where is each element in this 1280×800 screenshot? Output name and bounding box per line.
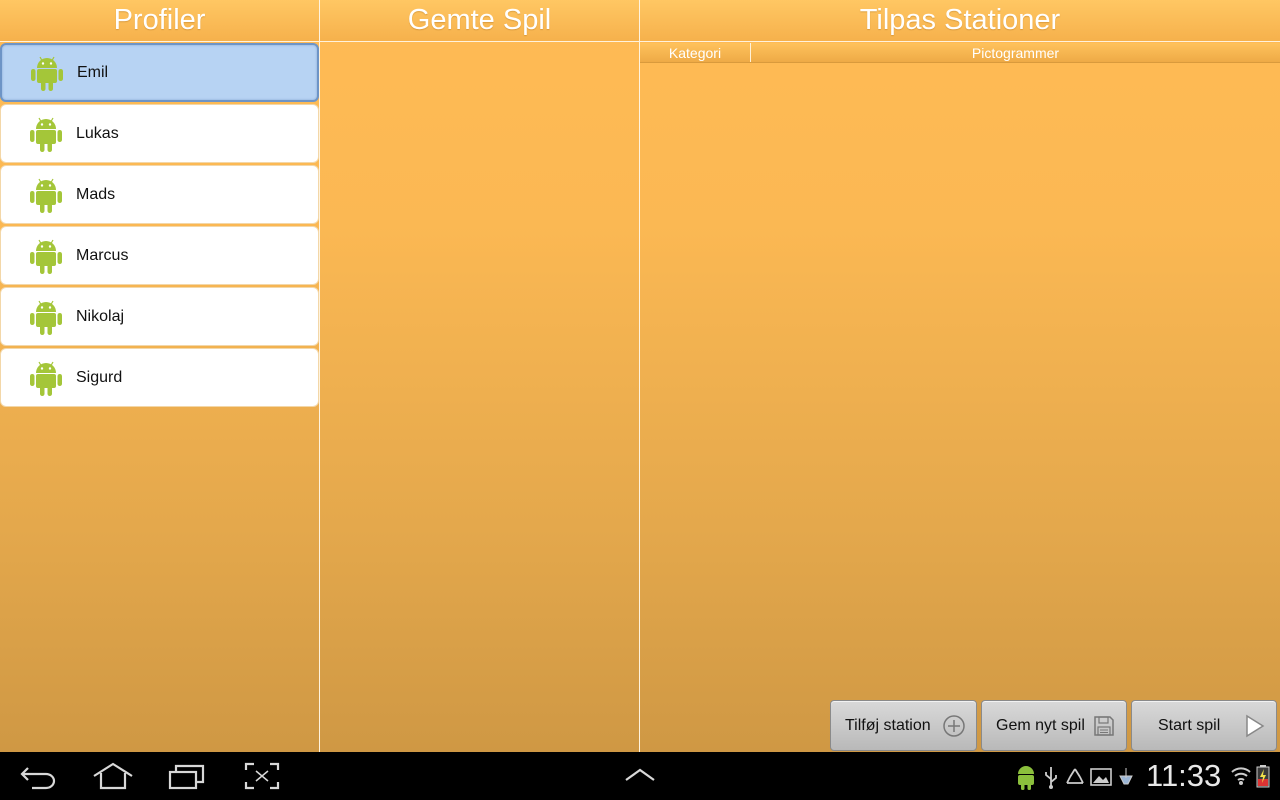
android-icon bbox=[30, 178, 62, 213]
stations-column: Tilpas Stationer Kategori Pictogrammer bbox=[640, 0, 1280, 752]
android-icon bbox=[31, 56, 63, 91]
profiles-column: Profiler Emil Lukas Mads Marcus Nikolaj bbox=[0, 0, 319, 752]
chevron-up-icon[interactable] bbox=[624, 768, 656, 782]
pictograms-column-header: Pictogrammer bbox=[971, 45, 1060, 61]
add-station-button[interactable]: Tilføj station bbox=[830, 700, 977, 751]
save-new-game-label: Gem nyt spil bbox=[996, 716, 1085, 734]
home-icon[interactable] bbox=[92, 762, 134, 790]
app-window: Profiler Emil Lukas Mads Marcus Nikolaj bbox=[0, 0, 1280, 752]
profile-name: Mads bbox=[76, 185, 116, 203]
android-notification-icon bbox=[1018, 766, 1034, 790]
start-game-label: Start spil bbox=[1158, 716, 1221, 734]
android-icon bbox=[30, 239, 62, 274]
action-bar: Tilføj station Gem nyt spil Start spil bbox=[830, 700, 1277, 752]
profile-name: Lukas bbox=[76, 124, 119, 142]
gallery-icon bbox=[1090, 768, 1112, 786]
profile-name: Marcus bbox=[76, 246, 129, 264]
profile-name: Sigurd bbox=[76, 368, 123, 386]
category-column-header: Kategori bbox=[640, 43, 751, 62]
start-game-button[interactable]: Start spil bbox=[1131, 700, 1277, 751]
profile-name: Nikolaj bbox=[76, 307, 125, 325]
floppy-disk-icon bbox=[1094, 715, 1114, 736]
profile-item-marcus[interactable]: Marcus bbox=[0, 226, 319, 285]
android-icon bbox=[30, 300, 62, 335]
plus-circle-icon bbox=[943, 714, 965, 737]
profile-item-sigurd[interactable]: Sigurd bbox=[0, 348, 319, 407]
profile-list: Emil Lukas Mads Marcus Nikolaj Sigurd bbox=[0, 43, 319, 409]
saved-games-column: Gemte Spil bbox=[320, 0, 639, 752]
profile-item-nikolaj[interactable]: Nikolaj bbox=[0, 287, 319, 346]
play-icon bbox=[1246, 714, 1265, 737]
android-icon bbox=[30, 117, 62, 152]
profile-item-mads[interactable]: Mads bbox=[0, 165, 319, 224]
screenshot-icon[interactable] bbox=[244, 762, 280, 790]
stations-header: Tilpas Stationer bbox=[640, 0, 1280, 42]
debug-icon bbox=[1119, 768, 1133, 785]
wifi-icon bbox=[1231, 767, 1251, 785]
recycle-icon bbox=[1066, 768, 1084, 784]
android-icon bbox=[30, 361, 62, 396]
add-station-label: Tilføj station bbox=[845, 716, 931, 734]
saved-games-header: Gemte Spil bbox=[320, 0, 639, 42]
usb-icon bbox=[1045, 767, 1057, 789]
profile-item-emil[interactable]: Emil bbox=[0, 43, 319, 102]
status-icons bbox=[1014, 764, 1136, 790]
status-clock: 11:33 bbox=[1146, 758, 1222, 793]
profile-name: Emil bbox=[77, 63, 109, 81]
recent-apps-icon[interactable] bbox=[168, 762, 206, 790]
profile-item-lukas[interactable]: Lukas bbox=[0, 104, 319, 163]
battery-charging-icon bbox=[1256, 765, 1270, 788]
system-nav-bar: 11:33 bbox=[0, 752, 1280, 800]
back-icon[interactable] bbox=[20, 762, 58, 790]
save-new-game-button[interactable]: Gem nyt spil bbox=[981, 700, 1127, 751]
stations-table-header: Kategori Pictogrammer bbox=[640, 43, 1280, 63]
profiles-header: Profiler bbox=[0, 0, 319, 42]
